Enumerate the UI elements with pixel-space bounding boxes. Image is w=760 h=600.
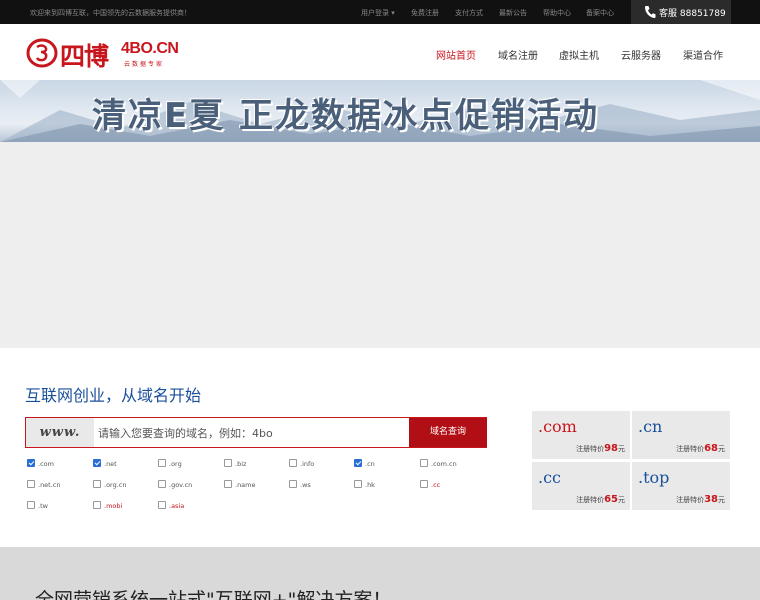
tld-checkbox[interactable] bbox=[93, 459, 101, 467]
price-card-price: 65 bbox=[604, 494, 618, 505]
tld-checkbox[interactable] bbox=[420, 480, 428, 488]
tld-checkbox[interactable] bbox=[93, 480, 101, 488]
tld-checkbox[interactable] bbox=[158, 501, 166, 509]
tld-checkbox[interactable] bbox=[27, 480, 35, 488]
tld-label: .info bbox=[300, 460, 315, 468]
tld-label: .name bbox=[235, 481, 256, 489]
nav-cloud-server[interactable]: 云服务器 bbox=[621, 47, 661, 62]
promo-banner[interactable]: 清凉E夏 正龙数据冰点促销活动 bbox=[0, 80, 760, 142]
tld-checkbox[interactable] bbox=[158, 480, 166, 488]
domain-search-box: www. 域名查询 bbox=[25, 417, 487, 448]
banner-title: 清凉E夏 正龙数据冰点促销活动 bbox=[92, 96, 600, 136]
tld-label: .net bbox=[104, 460, 117, 468]
top-nav-announcements[interactable]: 最新公告 bbox=[499, 8, 527, 18]
nav-home[interactable]: 网站首页 bbox=[436, 47, 476, 62]
price-card-label: 注册特价 bbox=[676, 445, 705, 453]
tld-label: .org.cn bbox=[104, 481, 127, 489]
top-nav-login-label: 用户登录 bbox=[361, 9, 389, 17]
top-nav-login[interactable]: 用户登录 ▾ bbox=[361, 8, 395, 18]
domain-search-input[interactable] bbox=[98, 421, 403, 445]
page: 欢迎来到四博互联，中国领先的云数据服务提供商！ 用户登录 ▾ 免费注册 支付方式… bbox=[0, 0, 760, 600]
logo-sub: 云数据专家 bbox=[124, 61, 165, 68]
nav-hosting[interactable]: 虚拟主机 bbox=[559, 47, 599, 62]
price-card-price: 38 bbox=[704, 494, 718, 505]
tld-label: .mobi bbox=[104, 502, 123, 510]
tld-label: .cn bbox=[365, 460, 375, 468]
tld-label: .gov.cn bbox=[169, 481, 193, 489]
price-card-ext: .top bbox=[638, 468, 670, 487]
tld-checkbox[interactable] bbox=[289, 459, 297, 467]
domain-heading: 互联网创业，从域名开始 bbox=[25, 386, 202, 405]
tld-checkbox[interactable] bbox=[27, 459, 35, 467]
tld-checkbox[interactable] bbox=[158, 459, 166, 467]
price-card-ext: .com bbox=[538, 417, 577, 436]
logo-icon[interactable] bbox=[26, 38, 58, 68]
hotline-number: 88851789 bbox=[679, 9, 726, 19]
price-card-unit: 元 bbox=[718, 496, 725, 504]
chevron-down-icon: ▾ bbox=[391, 9, 395, 17]
tld-checkbox[interactable] bbox=[93, 501, 101, 509]
tld-checkbox[interactable] bbox=[354, 459, 362, 467]
domain-search-button[interactable]: 域名查询 bbox=[409, 418, 487, 447]
www-label: www. bbox=[26, 418, 94, 447]
price-card-promo: 注册特价65元 bbox=[576, 494, 625, 505]
price-card-unit: 元 bbox=[718, 445, 725, 453]
top-nav-payment[interactable]: 支付方式 bbox=[455, 8, 483, 18]
price-card[interactable]: .top 注册特价38元 bbox=[632, 462, 730, 510]
top-nav-icp[interactable]: 备案中心 bbox=[586, 8, 614, 18]
price-card-promo: 注册特价38元 bbox=[676, 494, 725, 505]
price-card[interactable]: .cc 注册特价65元 bbox=[532, 462, 630, 510]
price-card-unit: 元 bbox=[618, 496, 625, 504]
tld-checkbox[interactable] bbox=[420, 459, 428, 467]
tld-label: .asia bbox=[169, 502, 185, 510]
solutions-slogan: 全网营销系统一站式"互联网+"解决方案！ bbox=[35, 589, 392, 600]
tld-checkbox[interactable] bbox=[354, 480, 362, 488]
tld-label: .biz bbox=[235, 460, 247, 468]
tld-label: .tw bbox=[38, 502, 48, 510]
price-card-price: 68 bbox=[704, 443, 718, 454]
price-card[interactable]: .com 注册特价98元 bbox=[532, 411, 630, 459]
phone-icon bbox=[645, 6, 656, 19]
price-card-label: 注册特价 bbox=[676, 496, 705, 504]
tld-label: .ws bbox=[300, 481, 311, 489]
price-card[interactable]: .cn 注册特价68元 bbox=[632, 411, 730, 459]
logo-en: 4BO.CN bbox=[121, 40, 179, 57]
tld-checkbox[interactable] bbox=[27, 501, 35, 509]
banner-placeholder bbox=[0, 142, 760, 348]
tld-label: .com bbox=[38, 460, 54, 468]
price-card-unit: 元 bbox=[618, 445, 625, 453]
price-card-ext: .cc bbox=[538, 468, 562, 487]
top-nav-help[interactable]: 帮助中心 bbox=[543, 8, 571, 18]
tld-label: .net.cn bbox=[38, 481, 61, 489]
tld-label: .org bbox=[169, 460, 182, 468]
solutions-band: 全网营销系统一站式"互联网+"解决方案！ bbox=[0, 547, 760, 600]
price-card-ext: .cn bbox=[638, 417, 663, 436]
price-card-promo: 注册特价68元 bbox=[676, 443, 725, 454]
hotline-label: 客服 bbox=[659, 9, 678, 19]
tld-label: .hk bbox=[365, 481, 375, 489]
price-card-price: 98 bbox=[604, 443, 618, 454]
tld-label: .com.cn bbox=[431, 460, 457, 468]
hotline-text: 客服 88851789 bbox=[659, 6, 726, 19]
tld-checkbox[interactable] bbox=[224, 480, 232, 488]
top-bar: 欢迎来到四博互联，中国领先的云数据服务提供商！ 用户登录 ▾ 免费注册 支付方式… bbox=[0, 0, 760, 24]
nav-channel[interactable]: 渠道合作 bbox=[683, 47, 723, 62]
tld-checkbox[interactable] bbox=[224, 459, 232, 467]
logo-cn: 四博 bbox=[60, 42, 109, 71]
nav-domain[interactable]: 域名注册 bbox=[498, 47, 538, 62]
top-nav-register[interactable]: 免费注册 bbox=[411, 8, 439, 18]
welcome-text: 欢迎来到四博互联，中国领先的云数据服务提供商！ bbox=[30, 9, 191, 17]
price-card-label: 注册特价 bbox=[576, 445, 605, 453]
tld-checkbox[interactable] bbox=[289, 480, 297, 488]
price-card-promo: 注册特价98元 bbox=[576, 443, 625, 454]
hotline[interactable]: 客服 88851789 bbox=[631, 0, 731, 24]
price-card-label: 注册特价 bbox=[576, 496, 605, 504]
tld-label: .cc bbox=[431, 481, 441, 489]
site-header: 四博 4BO.CN 云数据专家 网站首页 域名注册 虚拟主机 云服务器 渠道合作 bbox=[0, 24, 760, 80]
